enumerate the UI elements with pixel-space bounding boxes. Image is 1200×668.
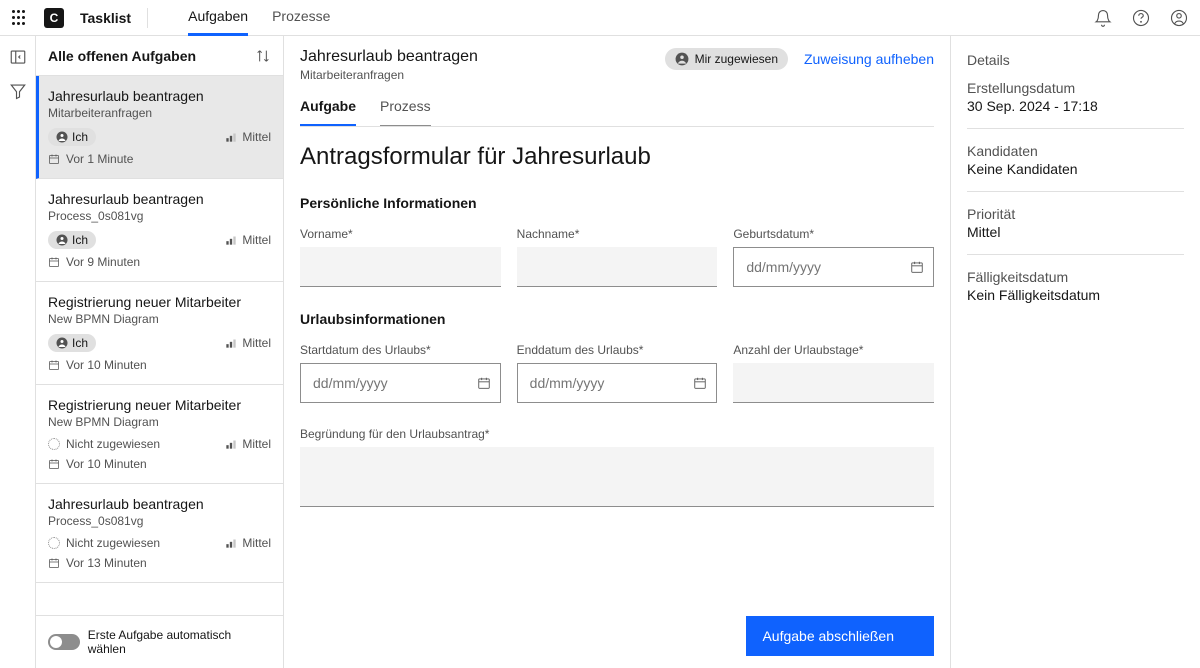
task-item-time: Vor 1 Minute <box>48 152 271 166</box>
details-due-label: Fälligkeitsdatum <box>967 269 1184 285</box>
task-item-subtitle: New BPMN Diagram <box>48 415 271 429</box>
task-item-subtitle: Mitarbeiteranfragen <box>48 106 271 120</box>
details-candidates-value: Keine Kandidaten <box>967 161 1184 177</box>
details-priority-value: Mittel <box>967 224 1184 240</box>
details-heading: Details <box>967 52 1184 68</box>
task-item-subtitle: Process_0s081vg <box>48 514 271 528</box>
form-title: Antragsformular für Jahresurlaub <box>300 143 934 171</box>
task-item-time: Vor 9 Minuten <box>48 255 271 269</box>
sidebar-icons <box>0 36 36 668</box>
app-switcher-icon[interactable] <box>12 10 28 26</box>
user-icon[interactable] <box>1170 9 1188 27</box>
tab-aufgabe[interactable]: Aufgabe <box>300 98 356 126</box>
tab-aufgaben[interactable]: Aufgaben <box>188 0 248 36</box>
task-item[interactable]: Registrierung neuer Mitarbeiter New BPMN… <box>36 385 283 484</box>
tab-prozesse[interactable]: Prozesse <box>272 0 330 36</box>
input-lastname[interactable] <box>517 247 718 287</box>
assignee-unassigned: Nicht zugewiesen <box>48 437 160 451</box>
auto-select-toggle[interactable] <box>48 634 80 650</box>
app-logo: C <box>44 8 64 28</box>
assignee-unassigned: Nicht zugewiesen <box>48 536 160 550</box>
section-vacation: Urlaubsinformationen <box>300 311 934 327</box>
priority-chip: Mittel <box>224 437 271 451</box>
input-birthdate[interactable] <box>733 247 934 287</box>
assigned-badge: Mir zugewiesen <box>665 48 788 70</box>
task-item-time: Vor 10 Minuten <box>48 358 271 372</box>
task-item[interactable]: Registrierung neuer Mitarbeiter New BPMN… <box>36 282 283 385</box>
details-creation-label: Erstellungsdatum <box>967 80 1184 96</box>
dotted-circle-icon <box>48 537 60 549</box>
sort-icon[interactable] <box>255 48 271 64</box>
task-item[interactable]: Jahresurlaub beantragen Process_0s081vg … <box>36 484 283 583</box>
task-item[interactable]: Jahresurlaub beantragen Process_0s081vg … <box>36 179 283 282</box>
label-lastname: Nachname* <box>517 227 718 241</box>
assignee-chip: Ich <box>48 128 96 146</box>
label-birthdate: Geburtsdatum* <box>733 227 934 241</box>
task-item-title: Registrierung neuer Mitarbeiter <box>48 294 271 310</box>
input-startdate[interactable] <box>300 363 501 403</box>
label-days: Anzahl der Urlaubstage* <box>733 343 934 357</box>
details-panel: Details Erstellungsdatum 30 Sep. 2024 - … <box>950 36 1200 668</box>
details-due-value: Kein Fälligkeitsdatum <box>967 287 1184 303</box>
details-candidates-label: Kandidaten <box>967 143 1184 159</box>
input-firstname[interactable] <box>300 247 501 287</box>
task-item-time: Vor 10 Minuten <box>48 457 271 471</box>
label-reason: Begründung für den Urlaubsantrag* <box>300 427 934 441</box>
priority-chip: Mittel <box>224 336 271 350</box>
section-personal: Persönliche Informationen <box>300 195 934 211</box>
priority-chip: Mittel <box>224 130 271 144</box>
submit-button[interactable]: Aufgabe abschließen <box>746 616 934 656</box>
assignee-chip: Ich <box>48 334 96 352</box>
details-creation-value: 30 Sep. 2024 - 17:18 <box>967 98 1184 114</box>
filter-icon[interactable] <box>9 82 27 100</box>
app-title: Tasklist <box>80 10 131 26</box>
panel-collapse-icon[interactable] <box>9 48 27 66</box>
assignee-chip: Ich <box>48 231 96 249</box>
dotted-circle-icon <box>48 438 60 450</box>
details-priority-label: Priorität <box>967 206 1184 222</box>
label-enddate: Enddatum des Urlaubs* <box>517 343 718 357</box>
task-detail: Jahresurlaub beantragen Mitarbeiteranfra… <box>284 36 950 668</box>
input-reason[interactable] <box>300 447 934 507</box>
task-list: Alle offenen Aufgaben Jahresurlaub beant… <box>36 36 284 668</box>
task-item[interactable]: Jahresurlaub beantragen Mitarbeiteranfra… <box>36 76 283 179</box>
input-enddate[interactable] <box>517 363 718 403</box>
label-firstname: Vorname* <box>300 227 501 241</box>
task-item-subtitle: New BPMN Diagram <box>48 312 271 326</box>
unassign-link[interactable]: Zuweisung aufheben <box>804 51 934 67</box>
task-list-title: Alle offenen Aufgaben <box>48 48 196 64</box>
input-days[interactable] <box>733 363 934 403</box>
task-detail-title: Jahresurlaub beantragen <box>300 48 478 66</box>
person-icon <box>675 52 689 66</box>
help-icon[interactable] <box>1132 9 1150 27</box>
task-item-time: Vor 13 Minuten <box>48 556 271 570</box>
task-detail-subtitle: Mitarbeiteranfragen <box>300 68 478 82</box>
app-header: C Tasklist Aufgaben Prozesse <box>0 0 1200 36</box>
task-item-subtitle: Process_0s081vg <box>48 209 271 223</box>
priority-chip: Mittel <box>224 233 271 247</box>
priority-chip: Mittel <box>224 536 271 550</box>
task-item-title: Registrierung neuer Mitarbeiter <box>48 397 271 413</box>
auto-select-label: Erste Aufgabe automatisch wählen <box>88 628 271 656</box>
notification-icon[interactable] <box>1094 9 1112 27</box>
tab-prozess[interactable]: Prozess <box>380 98 431 126</box>
label-startdate: Startdatum des Urlaubs* <box>300 343 501 357</box>
task-item-title: Jahresurlaub beantragen <box>48 496 271 512</box>
task-item-title: Jahresurlaub beantragen <box>48 88 271 104</box>
task-item-title: Jahresurlaub beantragen <box>48 191 271 207</box>
